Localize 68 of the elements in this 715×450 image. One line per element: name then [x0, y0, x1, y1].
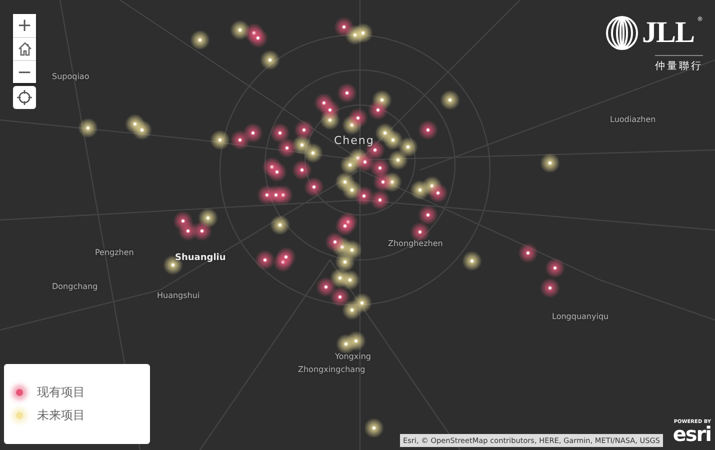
existing-project-marker: [255, 250, 275, 270]
existing-project-marker: [192, 221, 212, 241]
place-label: Yongxing: [335, 352, 371, 361]
existing-project-marker: [277, 138, 297, 158]
esri-logo-text: esri: [672, 425, 711, 443]
existing-project-marker: [418, 120, 438, 140]
logo-chinese-name: 仲量聯行: [655, 55, 703, 73]
existing-project-marker: [270, 123, 290, 143]
existing-project-marker: [320, 100, 340, 120]
existing-project-marker: [325, 232, 345, 252]
home-icon: [16, 41, 32, 57]
future-project-marker: [462, 251, 482, 271]
existing-project-marker: [276, 247, 296, 267]
existing-project-marker: [316, 277, 336, 297]
place-label: Cheng: [334, 134, 374, 147]
existing-project-marker: [518, 243, 538, 263]
existing-project-marker: [418, 205, 438, 225]
legend-label: 现有项目: [37, 384, 85, 401]
home-button[interactable]: [13, 37, 36, 60]
existing-project-marker: [266, 185, 286, 205]
place-label: Dongchang: [52, 282, 98, 291]
existing-project-marker: [373, 172, 393, 192]
future-project-marker: [364, 418, 384, 438]
existing-project-marker: [294, 120, 314, 140]
rings-logo-icon: [604, 16, 639, 50]
existing-project-marker: [230, 130, 250, 150]
logo-wordmark: JLL: [642, 18, 694, 48]
existing-project-marker: [292, 160, 312, 180]
existing-project-marker: [370, 190, 390, 210]
future-project-marker: [132, 120, 152, 140]
legend-label: 未来项目: [37, 407, 85, 424]
future-project-marker: [346, 331, 366, 351]
future-project-marker: [342, 300, 362, 320]
existing-project-marker: [348, 108, 368, 128]
existing-project-marker: [334, 17, 354, 37]
future-project-marker: [383, 130, 403, 150]
existing-project-marker: [368, 100, 388, 120]
future-project-marker: [78, 118, 98, 138]
existing-project-marker: [248, 28, 268, 48]
future-project-marker: [353, 23, 373, 43]
existing-project-marker: [267, 162, 287, 182]
place-label: Luodiazhen: [610, 115, 656, 124]
place-label: Shuangliu: [175, 253, 226, 263]
existing-project-marker: [335, 216, 355, 236]
future-project-marker: [260, 50, 280, 70]
place-label: Pengzhen: [95, 248, 134, 257]
future-project-marker: [388, 150, 408, 170]
existing-project-marker: [545, 258, 565, 278]
place-label: Zhonghezhen: [388, 239, 443, 248]
place-label: Huangshui: [157, 291, 200, 300]
zoom-in-button[interactable]: +: [13, 14, 36, 37]
place-label: Zhongxingchang: [298, 365, 366, 374]
existing-project-marker: [540, 278, 560, 298]
future-project-marker: [303, 143, 323, 163]
existing-project-marker: [337, 83, 357, 103]
locate-icon: [17, 90, 32, 105]
future-project-marker: [270, 215, 290, 235]
place-label: Supoqiao: [52, 72, 90, 81]
existing-project-marker: [304, 177, 324, 197]
zoom-out-button[interactable]: −: [13, 60, 36, 83]
locate-button[interactable]: [13, 86, 36, 109]
future-project-marker: [190, 30, 210, 50]
future-project-marker: [440, 90, 460, 110]
existing-project-marker: [428, 183, 448, 203]
future-project-marker: [540, 153, 560, 173]
future-project-marker: [210, 130, 230, 150]
place-label: Longquanyiqu: [552, 312, 609, 321]
existing-project-marker: [330, 287, 350, 307]
